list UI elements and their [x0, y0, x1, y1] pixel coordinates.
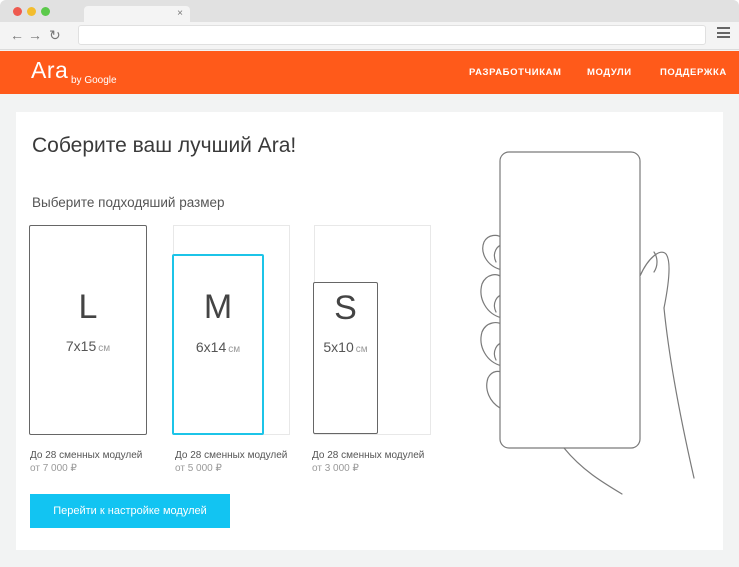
size-dimensions: 6x14 см	[174, 339, 262, 355]
size-option-s[interactable]: S 5x10 см До 28 сменных модулей от 3 000 …	[312, 225, 435, 475]
size-modules: До 28 сменных модулей	[312, 450, 425, 461]
logo-subtitle: by Google	[71, 75, 117, 86]
site-header: Ara by Google РАЗРАБОТЧИКАМ МОДУЛИ ПОДДЕ…	[0, 51, 739, 94]
size-subtitle: Выберите подходяший размер	[32, 195, 225, 210]
logo[interactable]: Ara	[31, 57, 68, 84]
size-dim-unit: см	[228, 344, 241, 355]
tab-bar: ×	[0, 0, 739, 22]
size-letter: S	[334, 289, 357, 327]
size-modules: До 28 сменных модулей	[30, 450, 143, 461]
size-dimensions: 7x15 см	[30, 338, 146, 354]
configure-modules-button[interactable]: Перейти к настройке модулей	[30, 494, 230, 528]
close-window-button[interactable]	[13, 7, 22, 16]
menu-icon[interactable]	[717, 27, 730, 38]
minimize-window-button[interactable]	[27, 7, 36, 16]
size-letter: M	[203, 288, 233, 326]
configurator-card: Соберите ваш лучший Ara! Выберите подход…	[16, 112, 723, 550]
size-frame-s[interactable]: S 5x10 см	[313, 282, 378, 434]
tab-close-icon[interactable]: ×	[177, 7, 183, 21]
size-frame-m[interactable]: M 6x14 см	[172, 254, 264, 435]
size-modules: До 28 сменных модулей	[175, 450, 288, 461]
reload-icon[interactable]: ↻	[49, 25, 61, 45]
browser-toolbar: ← → ↻	[0, 22, 739, 50]
size-price: от 7 000 ₽	[30, 463, 77, 474]
nav-support[interactable]: ПОДДЕРЖКА	[660, 67, 727, 78]
size-dim-unit: см	[98, 343, 111, 354]
size-frame-l[interactable]: L 7x15 см	[29, 225, 147, 435]
size-dimensions: 5x10 см	[314, 339, 377, 355]
maximize-window-button[interactable]	[41, 7, 50, 16]
size-price: от 5 000 ₽	[175, 463, 222, 474]
nav-modules[interactable]: МОДУЛИ	[587, 67, 632, 78]
size-dim-value: 5x10	[323, 339, 354, 355]
page-title: Соберите ваш лучший Ara!	[32, 134, 297, 157]
address-bar[interactable]	[78, 25, 706, 45]
browser-tab[interactable]: ×	[84, 6, 190, 22]
size-price: от 3 000 ₽	[312, 463, 359, 474]
size-dim-unit: см	[355, 344, 368, 355]
nav-developers[interactable]: РАЗРАБОТЧИКАМ	[469, 67, 562, 78]
size-letter: L	[78, 288, 98, 326]
arrow-left-icon[interactable]: ←	[10, 25, 24, 45]
browser-window: × ← → ↻ Ara by Google РАЗРАБОТЧИКАМ МОДУ…	[0, 0, 739, 567]
size-dim-value: 6x14	[195, 339, 227, 355]
arrow-right-icon[interactable]: →	[28, 25, 42, 45]
size-option-m[interactable]: M 6x14 см До 28 сменных модулей от 5 000 …	[172, 225, 294, 475]
size-option-l[interactable]: L 7x15 см До 28 сменных модулей от 7 000 …	[29, 225, 149, 475]
hand-phone-illustration	[480, 151, 695, 495]
size-dim-value: 7x15	[65, 338, 97, 354]
